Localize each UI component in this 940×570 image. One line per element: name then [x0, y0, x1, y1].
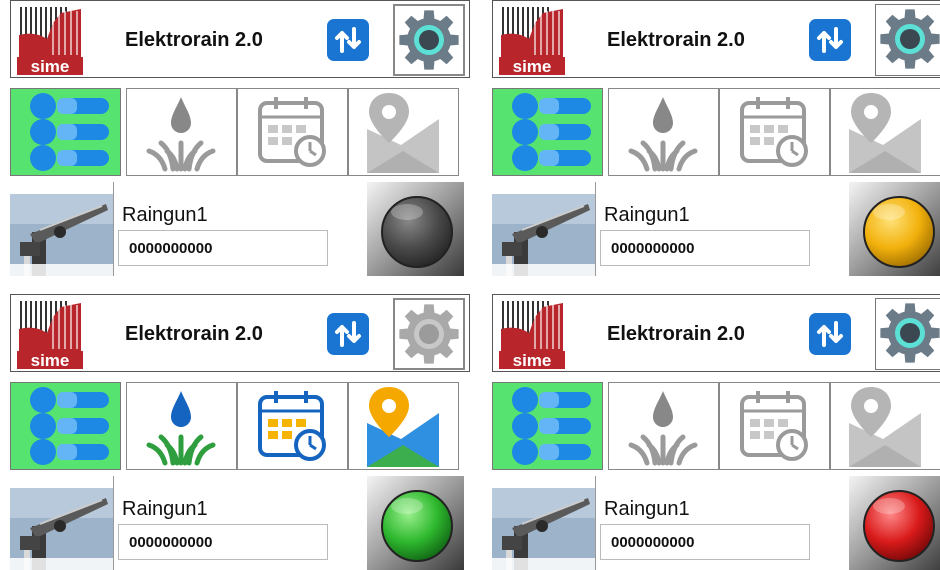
- device-id-field[interactable]: 0000000000: [118, 524, 328, 560]
- sort-arrows-icon: [817, 27, 843, 53]
- irrigation-drop-icon: [146, 391, 216, 466]
- sime-logo: sime: [17, 5, 83, 75]
- sime-logo: sime: [499, 5, 565, 75]
- app-title: Elektrorain 2.0: [125, 323, 263, 345]
- row-divider: [113, 182, 114, 276]
- tab-map[interactable]: [830, 382, 940, 470]
- device-name: Raingun1: [122, 204, 208, 226]
- tab-devices-list[interactable]: [492, 382, 603, 470]
- sort-arrows-icon: [817, 321, 843, 347]
- list-icon: [30, 93, 109, 171]
- settings-button[interactable]: [393, 4, 465, 76]
- logo-text: sime: [513, 351, 552, 369]
- app-panel-3: sime Elektrorain 2.0 Raingun1 0000000000: [10, 294, 470, 570]
- tab-schedule[interactable]: [237, 382, 348, 470]
- tab-irrigation[interactable]: [608, 88, 719, 176]
- nav-tabs: [492, 88, 940, 176]
- app-header: sime Elektrorain 2.0: [492, 0, 940, 78]
- gear-icon: [399, 304, 459, 364]
- device-row[interactable]: Raingun1 0000000000: [492, 182, 940, 276]
- app-title: Elektrorain 2.0: [607, 323, 745, 345]
- status-indicator-green[interactable]: [367, 476, 464, 570]
- sync-button[interactable]: [327, 313, 369, 355]
- tab-devices-list[interactable]: [10, 88, 121, 176]
- tab-map[interactable]: [348, 88, 459, 176]
- device-row[interactable]: Raingun1 0000000000: [492, 476, 940, 570]
- logo-text: sime: [513, 57, 552, 75]
- raingun-thumbnail: [10, 194, 114, 276]
- sync-button[interactable]: [809, 19, 851, 61]
- irrigation-drop-icon: [146, 97, 216, 172]
- list-icon: [512, 93, 591, 171]
- raingun-thumbnail: [492, 194, 596, 276]
- sort-arrows-icon: [335, 27, 361, 53]
- calendar-timer-icon: [258, 391, 326, 461]
- settings-button[interactable]: [393, 298, 465, 370]
- raingun-thumbnail: [492, 488, 596, 570]
- app-header: sime Elektrorain 2.0: [492, 294, 940, 372]
- irrigation-drop-icon: [628, 97, 698, 172]
- sime-logo: sime: [17, 299, 83, 369]
- irrigation-drop-icon: [628, 391, 698, 466]
- gear-icon: [399, 10, 459, 70]
- row-divider: [113, 476, 114, 570]
- list-icon: [30, 387, 109, 465]
- list-icon: [512, 387, 591, 465]
- status-indicator-yellow[interactable]: [849, 182, 940, 276]
- sync-button[interactable]: [327, 19, 369, 61]
- tab-devices-list[interactable]: [492, 88, 603, 176]
- app-panel-2: sime Elektrorain 2.0 Raingun1 0000000000: [492, 0, 940, 276]
- status-indicator-red[interactable]: [849, 476, 940, 570]
- nav-tabs: [10, 382, 470, 470]
- nav-tabs: [10, 88, 470, 176]
- calendar-timer-icon: [740, 97, 808, 167]
- device-name: Raingun1: [604, 498, 690, 520]
- map-pin-icon: [849, 387, 921, 467]
- device-id-field[interactable]: 0000000000: [118, 230, 328, 266]
- tab-irrigation[interactable]: [126, 382, 237, 470]
- settings-button[interactable]: [875, 4, 940, 76]
- device-id-field[interactable]: 0000000000: [600, 524, 810, 560]
- settings-button[interactable]: [875, 298, 940, 370]
- sync-button[interactable]: [809, 313, 851, 355]
- tab-map[interactable]: [348, 382, 459, 470]
- row-divider: [595, 476, 596, 570]
- calendar-timer-icon: [740, 391, 808, 461]
- row-divider: [595, 182, 596, 276]
- app-header: sime Elektrorain 2.0: [10, 294, 470, 372]
- tab-irrigation[interactable]: [608, 382, 719, 470]
- map-pin-icon: [367, 93, 439, 173]
- nav-tabs: [492, 382, 940, 470]
- map-pin-icon: [849, 93, 921, 173]
- device-name: Raingun1: [604, 204, 690, 226]
- tab-devices-list[interactable]: [10, 382, 121, 470]
- device-row[interactable]: Raingun1 0000000000: [10, 476, 470, 570]
- tab-schedule[interactable]: [719, 88, 830, 176]
- tab-irrigation[interactable]: [126, 88, 237, 176]
- tab-schedule[interactable]: [237, 88, 348, 176]
- raingun-thumbnail: [10, 488, 114, 570]
- gear-icon: [880, 303, 940, 363]
- app-title: Elektrorain 2.0: [125, 29, 263, 51]
- app-header: sime Elektrorain 2.0: [10, 0, 470, 78]
- sime-logo: sime: [499, 299, 565, 369]
- app-title: Elektrorain 2.0: [607, 29, 745, 51]
- status-indicator-off[interactable]: [367, 182, 464, 276]
- app-panel-4: sime Elektrorain 2.0 Raingun1 0000000000: [492, 294, 940, 570]
- calendar-timer-icon: [258, 97, 326, 167]
- gear-icon: [880, 9, 940, 69]
- app-panel-1: sime Elektrorain 2.0 Raingun1 0000000000: [10, 0, 470, 276]
- device-id-field[interactable]: 0000000000: [600, 230, 810, 266]
- tab-map[interactable]: [830, 88, 940, 176]
- tab-schedule[interactable]: [719, 382, 830, 470]
- device-row[interactable]: Raingun1 0000000000: [10, 182, 470, 276]
- logo-text: sime: [31, 57, 70, 75]
- device-name: Raingun1: [122, 498, 208, 520]
- map-pin-icon: [367, 387, 439, 467]
- sort-arrows-icon: [335, 321, 361, 347]
- logo-text: sime: [31, 351, 70, 369]
